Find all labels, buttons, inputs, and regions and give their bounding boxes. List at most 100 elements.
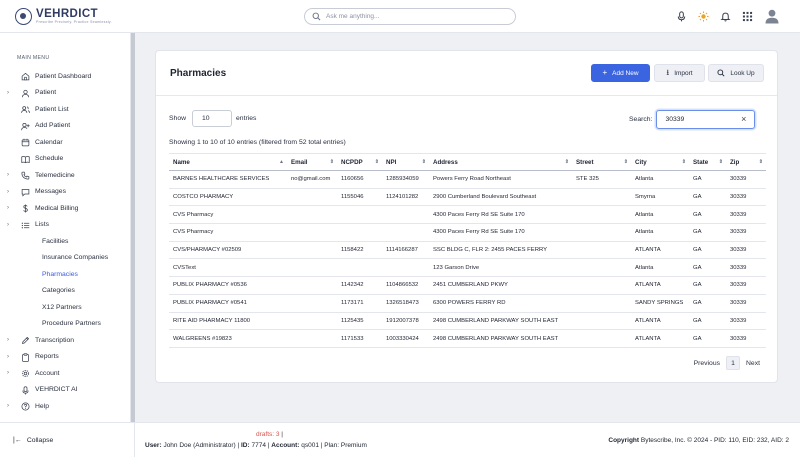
sidebar-item-calendar[interactable]: Calendar — [0, 134, 131, 151]
help-icon — [21, 402, 30, 411]
column-header-label: Name — [173, 158, 190, 166]
sidebar-item-facilities[interactable]: Facilities — [0, 233, 131, 250]
sidebar-item-categories[interactable]: Categories — [0, 283, 131, 300]
sidebar-item-patient-dashboard[interactable]: Patient Dashboard — [0, 68, 131, 85]
table-row[interactable]: PUBLIX PHARMACY #0536 1142342 1104866532 24… — [169, 276, 766, 295]
table-row[interactable]: BARNES HEALTHCARE SERVICES no@gmail.com 11… — [169, 170, 766, 189]
cell-state: GA — [689, 258, 726, 278]
sidebar-item-reports[interactable]: › Reports — [0, 349, 131, 366]
footer: drafts: 3 | User: John Doe (Administrato… — [135, 422, 800, 457]
column-header-npi[interactable]: NPI ⇕ — [382, 153, 429, 171]
add-new-button[interactable]: + Add New — [591, 64, 650, 82]
global-search-input[interactable] — [326, 13, 506, 20]
global-search[interactable] — [304, 8, 516, 25]
page-1-button[interactable]: 1 — [726, 356, 741, 370]
column-header-name[interactable]: Name ▲ — [169, 153, 287, 171]
table-row[interactable]: CVS Pharmacy 4300 Paces Ferry Rd SE Suite… — [169, 205, 766, 225]
sidebar-scrollbar[interactable] — [131, 33, 135, 422]
column-header-address[interactable]: Address ⇕ — [429, 153, 572, 171]
table-row[interactable]: WALGREENS #19823 1171533 1003330424 2498 CU… — [169, 329, 766, 348]
sort-icon: ⇕ — [421, 159, 426, 165]
calendar-icon — [21, 138, 30, 147]
sidebar-item-schedule[interactable]: Schedule — [0, 151, 131, 168]
collapse-sidebar-button[interactable]: |← Collapse — [0, 422, 135, 457]
user-value: John Doe (Administrator) — [163, 442, 236, 449]
table-row[interactable]: RITE AID PHARMACY 11800 1125435 1912007378… — [169, 312, 766, 331]
sidebar-item-vehrdict-ai[interactable]: VEHRDICT AI — [0, 382, 131, 399]
account-label: Account: — [271, 442, 300, 449]
cell-zip: 30339 — [726, 258, 766, 278]
sidebar-item-label: Telemedicine — [35, 171, 75, 179]
clipboard-icon — [22, 352, 29, 362]
show-label: Show — [169, 115, 187, 122]
table-row[interactable]: COSTCO PHARMACY 1155046 1124101282 2900 Cum… — [169, 188, 766, 207]
id-label: ID: — [241, 442, 250, 449]
column-header-ncpdp[interactable]: NCPDP ⇕ — [337, 153, 382, 171]
sidebar-item-account[interactable]: › Account — [0, 365, 131, 382]
cell-ncpdp — [337, 258, 382, 278]
sidebar-item-patient-list[interactable]: Patient List — [0, 101, 131, 118]
sidebar-item-lists[interactable]: › Lists — [0, 217, 131, 234]
import-button[interactable]: ⭳ Import — [654, 64, 705, 82]
cell-name: PUBLIX PHARMACY #0536 — [169, 276, 287, 295]
plan-value: Plan: Premium — [324, 442, 367, 449]
cell-city: ATLANTA — [631, 312, 689, 331]
clear-search-icon[interactable]: × — [741, 114, 746, 124]
look-up-button[interactable]: Look Up — [708, 64, 764, 82]
sidebar-item-x12-partners[interactable]: X12 Partners — [0, 299, 131, 316]
sidebar-item-medical-billing[interactable]: › Medical Billing — [0, 200, 131, 217]
table-search-input[interactable]: 30339 × — [656, 110, 756, 129]
cell-zip: 30339 — [726, 294, 766, 313]
table-row[interactable]: PUBLIX PHARMACY #0541 1173171 1326518473 63… — [169, 294, 766, 313]
entries-per-page-input[interactable]: 10 — [192, 110, 233, 127]
notifications-button[interactable] — [718, 9, 732, 23]
column-header-zip[interactable]: Zip ⇕ — [726, 153, 766, 171]
cell-street — [572, 329, 631, 348]
cell-npi: 1003330424 — [382, 329, 429, 348]
microphone-button[interactable] — [674, 9, 688, 23]
cell-ncpdp: 1173171 — [337, 294, 382, 313]
home-icon — [21, 72, 30, 81]
app-logo[interactable]: VEHRDICT Prescribe Precisely. Practice S… — [15, 8, 112, 25]
drafts-indicator[interactable]: drafts: 3 | — [256, 431, 283, 438]
user-avatar-icon[interactable] — [764, 8, 780, 24]
table-row[interactable]: CVS/PHARMACY #02509 1158422 1114166287 SSC … — [169, 241, 766, 260]
table-search-label: Search: — [629, 116, 653, 123]
add-new-label: Add New — [612, 69, 639, 77]
add-user-icon — [21, 122, 30, 130]
sidebar-item-messages[interactable]: › Messages — [0, 184, 131, 201]
column-header-state[interactable]: State ⇕ — [689, 153, 726, 171]
cell-email — [287, 312, 337, 331]
cell-email — [287, 223, 337, 242]
apps-button[interactable] — [740, 9, 754, 23]
sort-icon: ⇕ — [758, 159, 763, 165]
theme-toggle-button[interactable] — [696, 9, 710, 23]
page-length-control: Show 10 entries — [169, 110, 256, 127]
sidebar-item-insurance-companies[interactable]: Insurance Companies — [0, 250, 131, 267]
gear-icon — [21, 369, 30, 378]
cell-address: 4300 Paces Ferry Rd SE Suite 170 — [429, 223, 572, 242]
previous-page-button[interactable]: Previous — [694, 360, 720, 367]
sidebar-item-telemedicine[interactable]: › Telemedicine — [0, 167, 131, 184]
sidebar-item-add-patient[interactable]: Add Patient — [0, 118, 131, 135]
sidebar-item-label: Procedure Partners — [42, 320, 101, 328]
column-header-label: Zip — [730, 158, 740, 166]
column-header-label: NPI — [386, 158, 397, 166]
sidebar-item-pharmacies[interactable]: Pharmacies — [0, 266, 131, 283]
sidebar-item-label: Patient — [35, 89, 57, 97]
cell-city: Smyrna — [631, 188, 689, 207]
sidebar-item-help[interactable]: › Help — [0, 398, 131, 415]
table-row[interactable]: CVSText 123 Garson Drive Atlanta GA 30339 — [169, 258, 766, 278]
table-row[interactable]: CVS Pharmacy 4300 Paces Ferry Rd SE Suite… — [169, 223, 766, 242]
column-header-city[interactable]: City ⇕ — [631, 153, 689, 171]
cell-name: PUBLIX PHARMACY #0541 — [169, 294, 287, 313]
sidebar-item-transcription[interactable]: › Transcription — [0, 332, 131, 349]
sidebar-item-procedure-partners[interactable]: Procedure Partners — [0, 316, 131, 333]
column-header-email[interactable]: Email ⇕ — [287, 153, 337, 171]
sidebar-item-patient[interactable]: › Patient — [0, 85, 131, 102]
cell-address: 2900 Cumberland Boulevard Southeast — [429, 188, 572, 207]
column-header-street[interactable]: Street ⇕ — [572, 153, 631, 171]
column-header-label: Address — [433, 158, 458, 166]
cell-email: no@gmail.com — [287, 170, 337, 189]
next-page-button[interactable]: Next — [746, 360, 760, 367]
